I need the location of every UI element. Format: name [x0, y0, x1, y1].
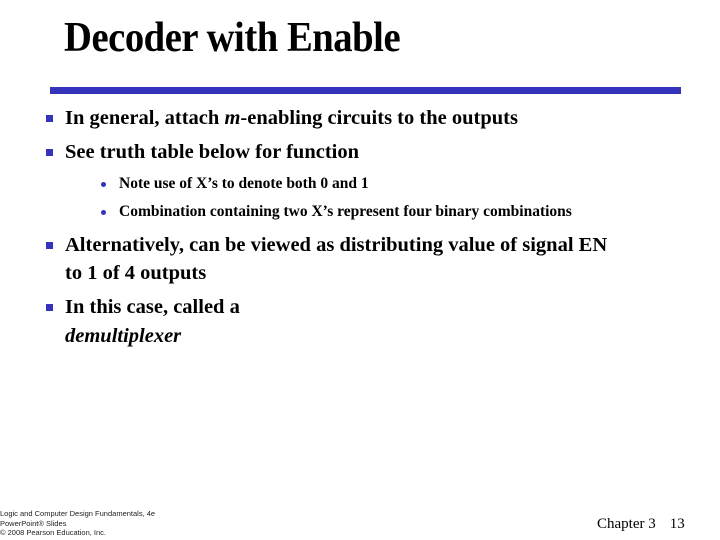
bullet-2-text: See truth table below for function — [65, 141, 360, 163]
bullet-1-text-post: -enabling circuits to the outputs — [240, 107, 518, 129]
dot-bullet-icon — [101, 210, 106, 215]
title-divider — [50, 87, 681, 94]
footer-slides-label: PowerPoint® Slides — [0, 518, 67, 528]
footer-copyright: Logic and Computer Design Fundamentals, … — [0, 509, 155, 538]
sub-bullet-1-text: Note use of X’s to denote both 0 and 1 — [119, 175, 369, 192]
slide-title: Decoder with Enable — [64, 15, 401, 61]
chapter-label: Chapter 3 — [597, 516, 656, 532]
bullet-1-text-pre: In general, attach — [65, 107, 225, 129]
bullet-1-text-em: m — [224, 107, 241, 129]
bullet-3-text: Alternatively, can be viewed as distribu… — [65, 234, 608, 256]
footer-publisher: © 2008 Pearson Education, Inc. — [0, 528, 107, 537]
footer-book-title: Logic and Computer Design Fundamentals, … — [0, 509, 156, 518]
footer-page-info: Chapter 3 13 — [597, 516, 685, 533]
dot-bullet-icon — [101, 182, 106, 187]
square-bullet-icon — [46, 149, 53, 156]
square-bullet-icon — [46, 115, 53, 122]
bullet-3-text-cont: to 1 of 4 outputs — [65, 262, 207, 284]
bullet-4-text-cont: demultiplexer — [65, 325, 182, 347]
square-bullet-icon — [46, 242, 53, 249]
square-bullet-icon — [46, 304, 53, 311]
bullet-4-text: In this case, called a — [65, 296, 240, 318]
page-number: 13 — [669, 516, 685, 532]
sub-bullet-2-text: Combination containing two X’s represent… — [119, 203, 572, 220]
